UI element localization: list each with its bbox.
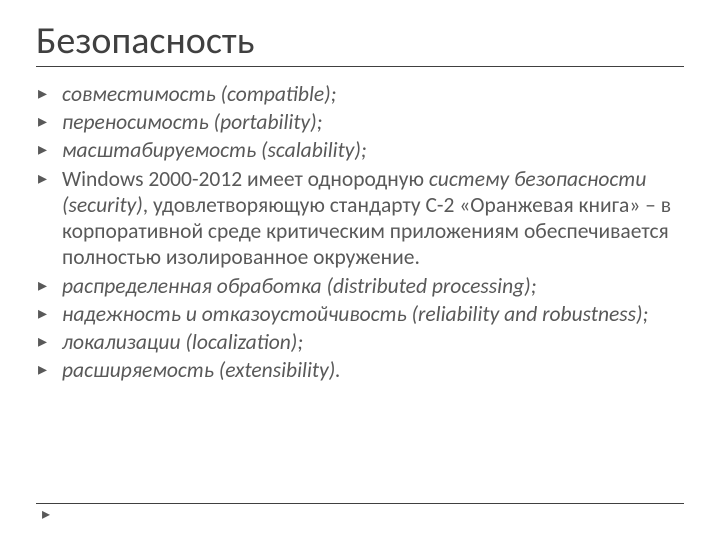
list-item-text: Windows 2000-2012 имеет однородную систе… bbox=[62, 166, 671, 271]
list-item: локализации (localization); bbox=[36, 329, 684, 355]
list-item: распределенная обработка (distributed pr… bbox=[36, 273, 684, 299]
slide: Безопасность совместимость (compatible);… bbox=[0, 0, 720, 540]
list-item: надежность и отказоустойчивость (reliabi… bbox=[36, 301, 684, 327]
slide-title: Безопасность bbox=[36, 18, 684, 67]
list-item: Windows 2000-2012 имеет однородную систе… bbox=[36, 166, 684, 271]
bullet-list: совместимость (compatible); переносимост… bbox=[36, 81, 684, 383]
footer-arrow-icon: ▸ bbox=[42, 504, 50, 524]
list-item-text: расширяемость (extensibility). bbox=[62, 357, 341, 383]
slide-content: совместимость (compatible); переносимост… bbox=[36, 81, 684, 383]
list-item: расширяемость (extensibility). bbox=[36, 357, 684, 383]
list-item-text: масштабируемость (scalability); bbox=[62, 137, 367, 163]
list-item: совместимость (compatible); bbox=[36, 81, 684, 107]
list-item-text: локализации (localization); bbox=[62, 329, 303, 355]
list-item: переносимость (portability); bbox=[36, 109, 684, 135]
list-item-text: совместимость (compatible); bbox=[62, 81, 336, 107]
list-item-text: переносимость (portability); bbox=[62, 109, 322, 135]
footer-rule bbox=[36, 503, 684, 504]
list-item-text: надежность и отказоустойчивость (reliabi… bbox=[62, 301, 648, 327]
list-item: масштабируемость (scalability); bbox=[36, 137, 684, 163]
list-item-text: распределенная обработка (distributed pr… bbox=[62, 273, 536, 299]
